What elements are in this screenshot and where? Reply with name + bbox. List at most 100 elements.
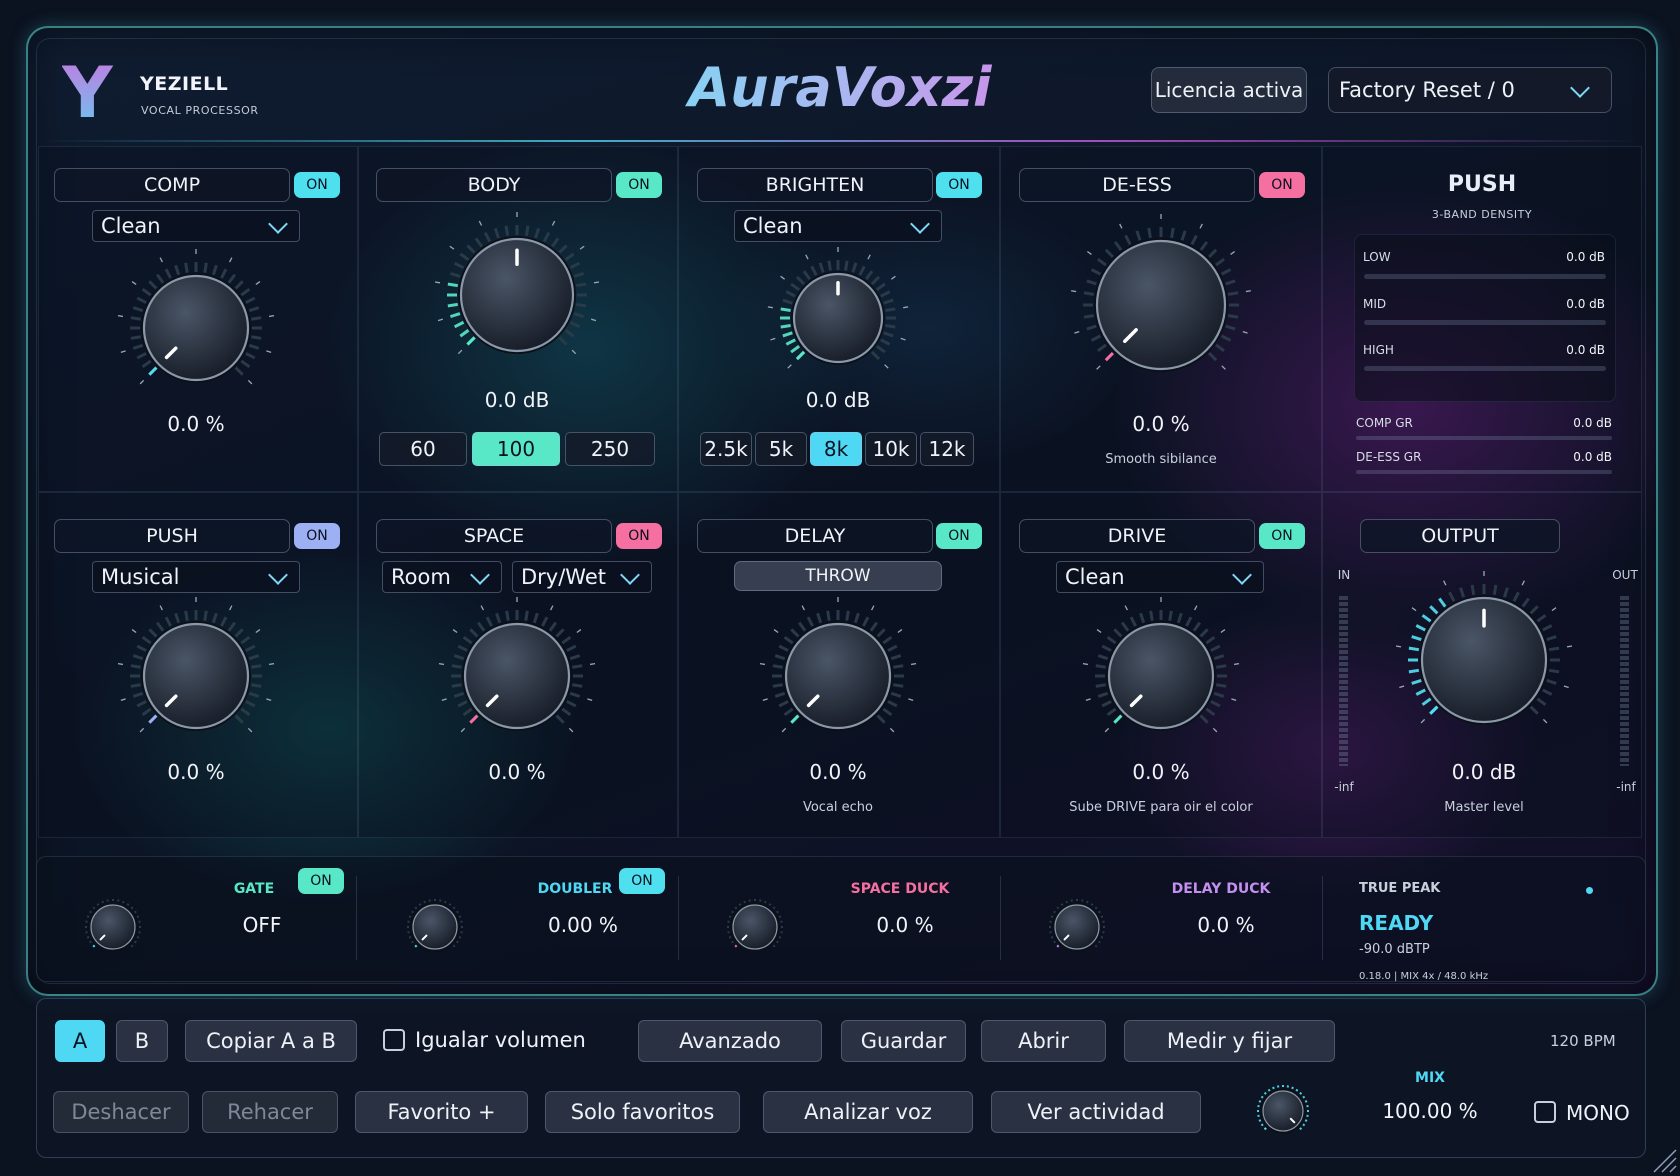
space-mode-label: Room (391, 565, 451, 589)
delay-duck-label: DELAY DUCK (1171, 881, 1271, 897)
gate-value: OFF (242, 913, 282, 937)
band-mid-meter (1364, 320, 1606, 325)
open-button[interactable]: Abrir (981, 1020, 1106, 1062)
comp-value: 0.0 % (167, 412, 225, 436)
mix-knob[interactable] (1247, 1075, 1319, 1147)
doubler-knob[interactable] (400, 892, 470, 962)
true-peak-value: -90.0 dBTP (1359, 942, 1430, 957)
save-button[interactable]: Guardar (841, 1020, 966, 1062)
band-low-label: LOW (1363, 250, 1391, 264)
delay-title: DELAY (697, 519, 933, 553)
comp-on-toggle[interactable]: ON (294, 172, 340, 198)
chevron-down-icon (470, 565, 490, 585)
doubler-on-toggle[interactable]: ON (619, 868, 665, 894)
comp-gr-value: 0.0 dB (1573, 416, 1612, 430)
space-knob[interactable] (437, 596, 597, 756)
deess-knob[interactable] (1066, 210, 1256, 400)
band-low-value: 0.0 dB (1566, 250, 1605, 264)
push-title: PUSH (54, 519, 290, 553)
mono-label: MONO (1566, 1101, 1630, 1125)
output-meter-min: -inf (1616, 780, 1636, 794)
brighten-title: BRIGHTEN (697, 168, 933, 202)
space-value: 0.0 % (488, 760, 546, 784)
push-mode-label: Musical (101, 565, 180, 589)
favorite-add-button[interactable]: Favorito + (355, 1091, 528, 1133)
gate-on-toggle[interactable]: ON (298, 868, 344, 894)
resize-handle-icon[interactable] (1652, 1148, 1678, 1174)
brighten-freq-5k[interactable]: 5k (755, 432, 807, 466)
drive-on-toggle[interactable]: ON (1259, 523, 1305, 549)
band-mid-label: MID (1363, 297, 1387, 311)
undo-button[interactable]: Deshacer (53, 1091, 189, 1133)
delay-duck-value: 0.0 % (1197, 913, 1255, 937)
band-high-meter (1364, 366, 1606, 371)
drive-mode-select[interactable]: Clean (1056, 561, 1264, 593)
ab-b-button[interactable]: B (116, 1020, 168, 1062)
deess-caption: Smooth sibilance (1105, 452, 1217, 467)
brighten-freq-2.5k[interactable]: 2.5k (700, 432, 752, 466)
measure-and-set-button[interactable]: Medir y fijar (1124, 1020, 1335, 1062)
redo-button[interactable]: Rehacer (202, 1091, 338, 1133)
drive-value: 0.0 % (1132, 760, 1190, 784)
delay-knob[interactable] (758, 596, 918, 756)
push-mode-select[interactable]: Musical (92, 561, 300, 593)
push-meter-subtitle: 3-BAND DENSITY (1431, 208, 1533, 221)
space-on-toggle[interactable]: ON (616, 523, 662, 549)
mix-value: 100.00 % (1382, 1099, 1478, 1123)
output-knob[interactable] (1384, 560, 1584, 760)
chevron-down-icon (1570, 78, 1590, 98)
delay-on-toggle[interactable]: ON (936, 523, 982, 549)
deess-on-toggle[interactable]: ON (1259, 172, 1305, 198)
drive-knob[interactable] (1081, 596, 1241, 756)
preset-dropdown[interactable]: Factory Reset / 0 (1328, 67, 1612, 113)
brighten-freq-8k[interactable]: 8k (810, 432, 862, 466)
output-value: 0.0 dB (1451, 760, 1517, 784)
body-title: BODY (376, 168, 612, 202)
push-knob[interactable] (116, 596, 276, 756)
advanced-button[interactable]: Avanzado (638, 1020, 822, 1062)
ab-a-button[interactable]: A (55, 1020, 105, 1062)
body-freq-100[interactable]: 100 (472, 432, 560, 466)
space-mode-select[interactable]: Room (382, 561, 502, 593)
body-value: 0.0 dB (484, 388, 550, 412)
brighten-freq-10k[interactable]: 10k (865, 432, 917, 466)
doubler-label: DOUBLER (537, 881, 613, 897)
body-on-toggle[interactable]: ON (616, 172, 662, 198)
brighten-mode-select[interactable]: Clean (734, 210, 942, 242)
solo-favorites-button[interactable]: Solo favoritos (545, 1091, 740, 1133)
header-divider (40, 140, 1640, 142)
comp-knob[interactable] (116, 248, 276, 408)
push-on-toggle[interactable]: ON (294, 523, 340, 549)
divider (356, 876, 357, 960)
brighten-freq-12k[interactable]: 12k (920, 432, 974, 466)
push-meter-title: PUSH (1447, 172, 1517, 197)
space-duck-value: 0.0 % (876, 913, 934, 937)
body-freq-60[interactable]: 60 (379, 432, 467, 466)
status-dot-icon (1586, 887, 1593, 894)
brighten-on-toggle[interactable]: ON (936, 172, 982, 198)
gate-knob[interactable] (78, 892, 148, 962)
comp-title: COMP (54, 168, 290, 202)
brighten-mode-label: Clean (743, 214, 803, 238)
delay-value: 0.0 % (809, 760, 867, 784)
brighten-knob[interactable] (766, 246, 910, 390)
true-peak-status: READY (1359, 911, 1434, 935)
license-button[interactable]: Licencia activa (1151, 67, 1307, 113)
view-activity-button[interactable]: Ver actividad (991, 1091, 1201, 1133)
delay-throw-button[interactable]: THROW (734, 561, 942, 591)
analyze-voice-button[interactable]: Analizar voz (763, 1091, 973, 1133)
space-mix-select[interactable]: Dry/Wet (512, 561, 652, 593)
body-knob[interactable] (432, 210, 602, 380)
divider (1322, 876, 1323, 960)
band-mid-value: 0.0 dB (1566, 297, 1605, 311)
product-title: AuraVoxzi (640, 56, 1040, 119)
body-freq-250[interactable]: 250 (565, 432, 655, 466)
copy-a-to-b-button[interactable]: Copiar A a B (185, 1020, 357, 1062)
match-volume-checkbox[interactable] (383, 1029, 405, 1051)
delay-duck-knob[interactable] (1042, 892, 1112, 962)
mono-checkbox[interactable] (1534, 1101, 1556, 1123)
comp-mode-select[interactable]: Clean (92, 210, 300, 242)
brand-name: YEZIELL (140, 73, 229, 95)
version-info: 0.18.0 | MIX 4x / 48.0 kHz (1359, 971, 1489, 982)
space-duck-knob[interactable] (720, 892, 790, 962)
